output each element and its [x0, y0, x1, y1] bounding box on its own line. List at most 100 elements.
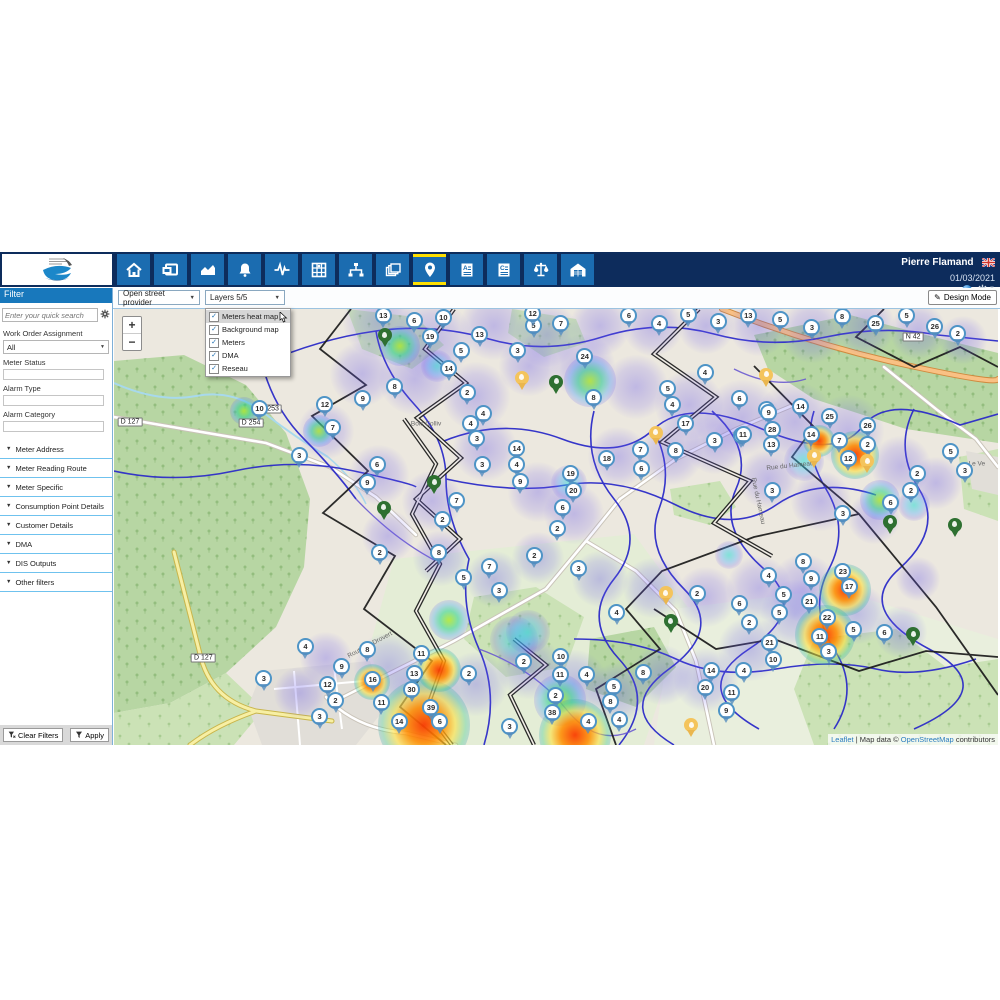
report-c-icon[interactable]: C: [487, 254, 520, 285]
meter-marker[interactable]: 2: [549, 520, 566, 537]
meter-marker[interactable]: 17: [841, 578, 858, 595]
meter-marker[interactable]: 10: [251, 400, 268, 417]
meter-marker[interactable]: 23: [834, 563, 851, 580]
zoom-out-button[interactable]: −: [123, 334, 141, 350]
filter-section-header[interactable]: ▼Meter Address: [0, 440, 112, 459]
meter-marker[interactable]: 11: [723, 684, 740, 701]
meter-status-input[interactable]: [3, 369, 104, 380]
meter-pin-yellow[interactable]: [684, 718, 698, 732]
meter-marker[interactable]: 3: [468, 430, 485, 447]
meter-marker[interactable]: 2: [371, 544, 388, 561]
leaflet-link[interactable]: Leaflet: [831, 735, 854, 744]
meter-marker[interactable]: 7: [831, 432, 848, 449]
alarms-bell-icon[interactable]: [228, 254, 261, 285]
meter-marker[interactable]: 21: [761, 634, 778, 651]
meter-marker[interactable]: 20: [565, 482, 582, 499]
meter-marker[interactable]: 4: [735, 662, 752, 679]
meter-marker[interactable]: 4: [608, 604, 625, 621]
meter-marker[interactable]: 4: [297, 638, 314, 655]
layer-checkbox[interactable]: ✓: [209, 325, 219, 335]
meter-marker[interactable]: 7: [481, 558, 498, 575]
meter-marker[interactable]: 2: [547, 687, 564, 704]
meter-marker[interactable]: 8: [667, 442, 684, 459]
meter-marker[interactable]: 6: [554, 499, 571, 516]
meter-marker[interactable]: 8: [602, 693, 619, 710]
meter-marker[interactable]: 18: [598, 450, 615, 467]
meter-marker[interactable]: 14: [803, 426, 820, 443]
meter-marker[interactable]: 14: [792, 398, 809, 415]
layer-menu-item[interactable]: ✓Meters: [206, 336, 290, 349]
layer-checkbox[interactable]: ✓: [209, 312, 219, 322]
meter-marker[interactable]: 6: [620, 309, 637, 324]
meter-marker[interactable]: 9: [718, 702, 735, 719]
meter-marker[interactable]: 25: [867, 315, 884, 332]
layer-checkbox[interactable]: ✓: [209, 351, 219, 361]
meter-marker[interactable]: 16: [364, 671, 381, 688]
meter-marker[interactable]: 11: [735, 426, 752, 443]
meter-marker[interactable]: 3: [255, 670, 272, 687]
meter-marker[interactable]: 3: [509, 342, 526, 359]
meter-marker[interactable]: 3: [803, 319, 820, 336]
meter-marker[interactable]: 4: [578, 666, 595, 683]
meter-marker[interactable]: 17: [677, 415, 694, 432]
meter-marker[interactable]: 3: [491, 582, 508, 599]
meter-pin-yellow[interactable]: [759, 368, 773, 382]
meter-marker[interactable]: 3: [956, 462, 973, 479]
meter-pin-yellow[interactable]: [649, 426, 663, 440]
meter-marker[interactable]: 3: [706, 432, 723, 449]
layer-menu-item[interactable]: ✓Reseau: [206, 362, 290, 375]
company-logo[interactable]: [2, 254, 112, 285]
layer-checkbox[interactable]: ✓: [209, 364, 219, 374]
zoom-in-button[interactable]: +: [123, 317, 141, 334]
meter-marker[interactable]: 2: [327, 692, 344, 709]
meter-marker[interactable]: 3: [710, 313, 727, 330]
meter-marker[interactable]: 9: [512, 473, 529, 490]
meter-marker[interactable]: 6: [731, 390, 748, 407]
meter-marker[interactable]: 3: [291, 447, 308, 464]
meter-marker[interactable]: 2: [515, 653, 532, 670]
meter-marker[interactable]: 3: [764, 482, 781, 499]
meter-pin-green[interactable]: [883, 515, 897, 529]
meter-marker[interactable]: 26: [926, 318, 943, 335]
meter-marker[interactable]: 3: [501, 718, 518, 735]
meter-marker[interactable]: 2: [902, 482, 919, 499]
meter-marker[interactable]: 5: [772, 311, 789, 328]
meter-marker[interactable]: 19: [562, 465, 579, 482]
meter-marker[interactable]: 5: [771, 604, 788, 621]
meter-marker[interactable]: 11: [552, 666, 569, 683]
meter-marker[interactable]: 8: [834, 309, 851, 325]
meter-pin-green[interactable]: [427, 475, 441, 489]
activity-pulse-icon[interactable]: [265, 254, 298, 285]
meter-marker[interactable]: 4: [508, 456, 525, 473]
meter-marker[interactable]: 26: [859, 417, 876, 434]
map-provider-dropdown[interactable]: Open street provider ▼: [118, 290, 200, 305]
meter-pin-green[interactable]: [549, 375, 563, 389]
search-settings-gear-icon[interactable]: [100, 306, 110, 324]
meter-marker[interactable]: 7: [552, 315, 569, 332]
meter-marker[interactable]: 9: [354, 390, 371, 407]
meter-marker[interactable]: 4: [664, 396, 681, 413]
meter-marker[interactable]: 8: [585, 389, 602, 406]
meter-marker[interactable]: 13: [763, 436, 780, 453]
meter-marker[interactable]: 3: [311, 708, 328, 725]
meter-marker[interactable]: 3: [474, 456, 491, 473]
filter-section-header[interactable]: ▼Meter Reading Route: [0, 459, 112, 478]
meter-marker[interactable]: 4: [611, 711, 628, 728]
language-flag-icon[interactable]: [982, 254, 995, 272]
meter-pin-green[interactable]: [906, 627, 920, 641]
meter-marker[interactable]: 2: [909, 465, 926, 482]
meter-marker[interactable]: 4: [462, 415, 479, 432]
meter-marker[interactable]: 30: [403, 681, 420, 698]
meter-marker[interactable]: 10: [435, 309, 452, 326]
meter-marker[interactable]: 5: [680, 309, 697, 323]
warehouse-icon[interactable]: [561, 254, 594, 285]
meter-marker[interactable]: 4: [651, 315, 668, 332]
report-a-icon[interactable]: A: [450, 254, 483, 285]
meter-marker[interactable]: 5: [455, 569, 472, 586]
meter-marker[interactable]: 6: [406, 312, 423, 329]
filter-section-header[interactable]: ▼Other filters: [0, 573, 112, 592]
home-icon[interactable]: [117, 254, 150, 285]
alarm-category-input[interactable]: [3, 421, 104, 432]
meter-pin-green[interactable]: [664, 614, 678, 628]
meter-marker[interactable]: 2: [741, 614, 758, 631]
